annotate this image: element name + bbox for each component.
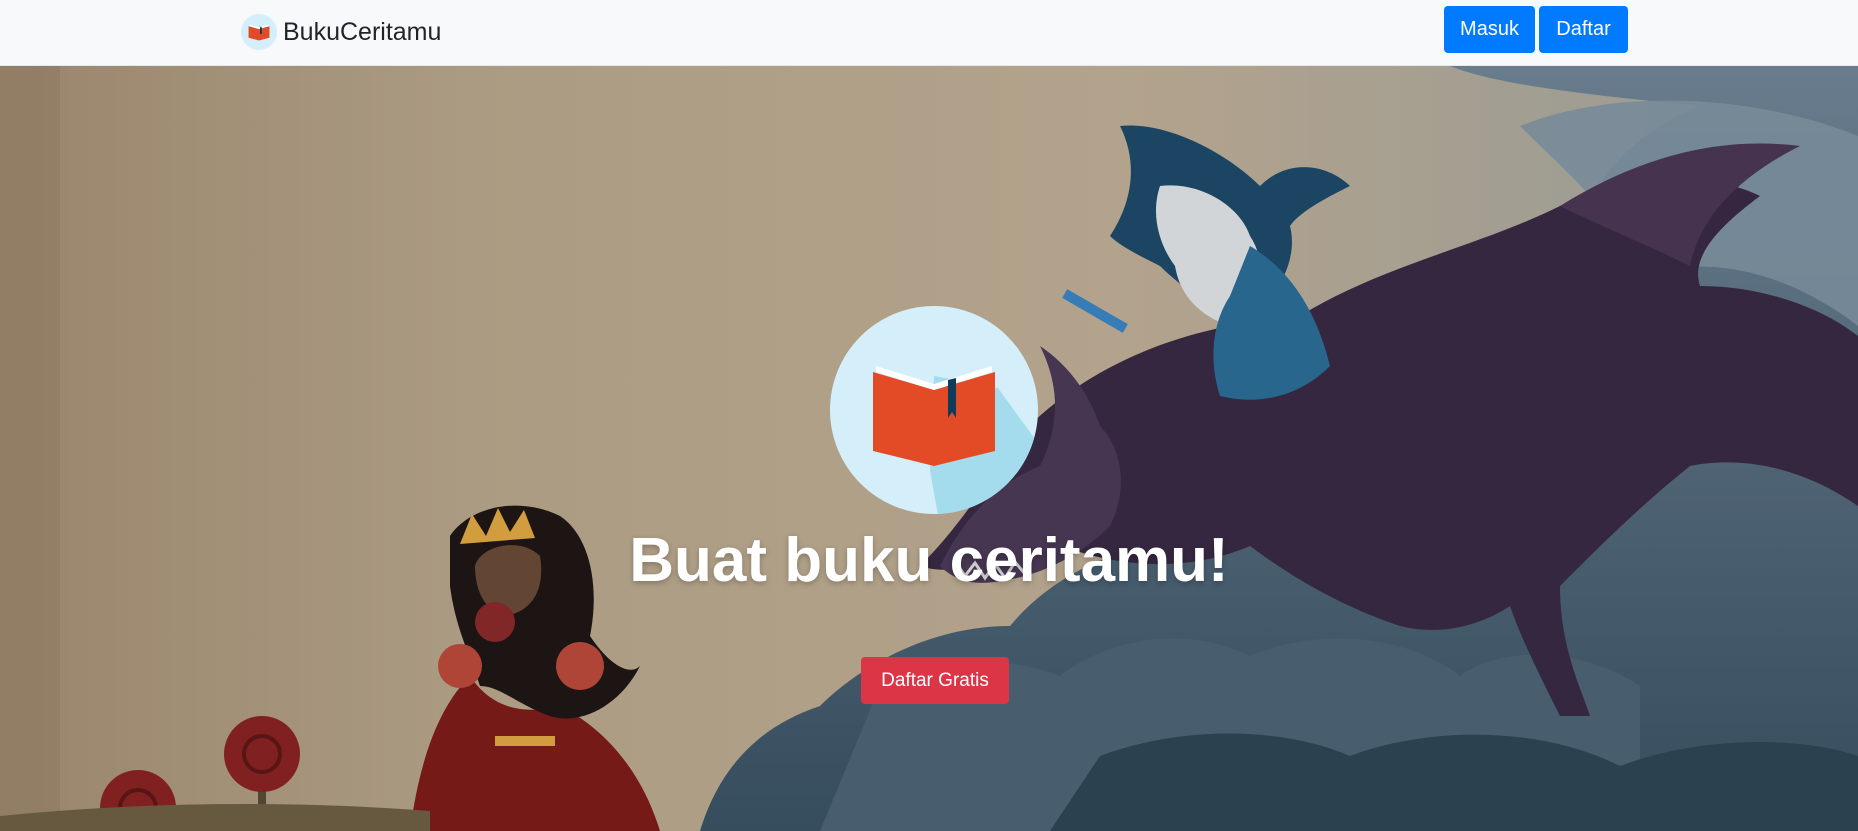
hero-section: Buat buku ceritamu! Daftar Gratis xyxy=(0,66,1858,831)
brand-link[interactable]: BukuCeritamu xyxy=(240,12,441,52)
navbar: BukuCeritamu Masuk Daftar xyxy=(0,0,1858,66)
register-free-button[interactable]: Daftar Gratis xyxy=(861,657,1009,704)
login-button[interactable]: Masuk xyxy=(1444,6,1535,53)
book-logo-icon xyxy=(830,306,1038,514)
register-button[interactable]: Daftar xyxy=(1539,6,1628,53)
brand-name: BukuCeritamu xyxy=(283,17,442,46)
book-logo-icon xyxy=(240,13,278,51)
hero-title: Buat buku ceritamu! xyxy=(629,526,1229,595)
